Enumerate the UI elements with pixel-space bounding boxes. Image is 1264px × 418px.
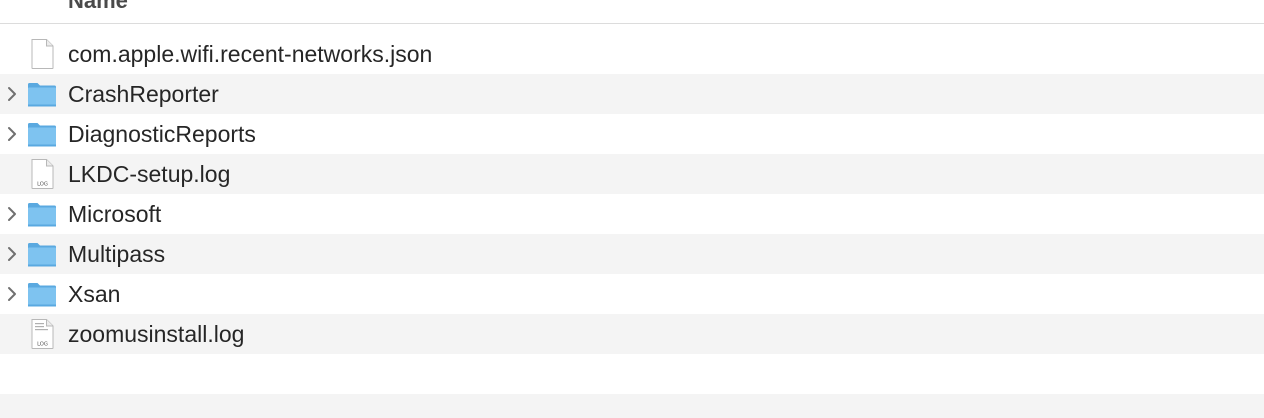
file-name: Multipass [68, 241, 166, 267]
file-row[interactable]: com.apple.wifi.recent-networks.json [0, 34, 1264, 74]
file-name: LKDC-setup.log [68, 161, 231, 187]
svg-text:LOG: LOG [37, 182, 48, 188]
chevron-right-icon[interactable] [5, 126, 19, 142]
folder-icon [26, 238, 58, 270]
file-name: Microsoft [68, 201, 162, 227]
folder-icon [26, 278, 58, 310]
svg-text:LOG: LOG [37, 342, 48, 348]
chevron-right-icon[interactable] [5, 286, 19, 302]
empty-row [0, 354, 1264, 394]
file-row[interactable]: Xsan [0, 274, 1264, 314]
file-row[interactable]: LOG LKDC-setup.log [0, 154, 1264, 194]
log-file-icon: LOG [26, 158, 58, 190]
file-row[interactable]: Multipass [0, 234, 1264, 274]
folder-icon [26, 198, 58, 230]
file-name: CrashReporter [68, 81, 219, 107]
file-name: DiagnosticReports [68, 121, 256, 147]
log-file-icon: LOG [26, 318, 58, 350]
chevron-right-icon[interactable] [5, 246, 19, 262]
folder-icon [26, 78, 58, 110]
file-row[interactable]: CrashReporter [0, 74, 1264, 114]
file-name: zoomusinstall.log [68, 321, 245, 347]
name-column-header[interactable]: Name [68, 0, 128, 14]
folder-icon [26, 118, 58, 150]
empty-row [0, 394, 1264, 418]
chevron-right-icon[interactable] [5, 206, 19, 222]
generic-document-icon [26, 38, 58, 70]
file-name: com.apple.wifi.recent-networks.json [68, 41, 433, 67]
column-header: Name [0, 0, 1264, 24]
file-rows: com.apple.wifi.recent-networks.json Crash… [0, 34, 1264, 418]
file-row[interactable]: DiagnosticReports [0, 114, 1264, 154]
file-name: Xsan [68, 281, 121, 307]
file-row[interactable]: LOG zoomusinstall.log [0, 314, 1264, 354]
chevron-right-icon[interactable] [5, 86, 19, 102]
file-row[interactable]: Microsoft [0, 194, 1264, 234]
finder-list-view: Name com.apple.wifi.recent-networks.json… [0, 0, 1264, 418]
